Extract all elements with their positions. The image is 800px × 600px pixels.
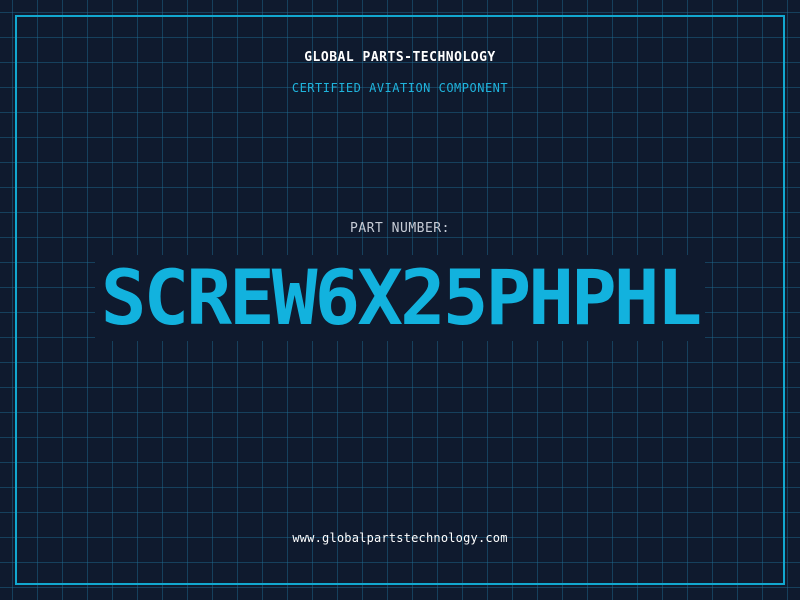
- part-number-label: PART NUMBER:: [350, 221, 450, 236]
- website-link[interactable]: www.globalpartstechnology.com: [0, 531, 800, 545]
- part-number-value: SCREW6X25PHPHL: [0, 255, 800, 341]
- part-number-text: SCREW6X25PHPHL: [94, 255, 706, 341]
- label-card: GLOBAL PARTS-TECHNOLOGY CERTIFIED AVIATI…: [0, 0, 800, 600]
- certification-subtitle: CERTIFIED AVIATION COMPONENT: [291, 81, 509, 95]
- brand-name: GLOBAL PARTS-TECHNOLOGY: [304, 50, 496, 65]
